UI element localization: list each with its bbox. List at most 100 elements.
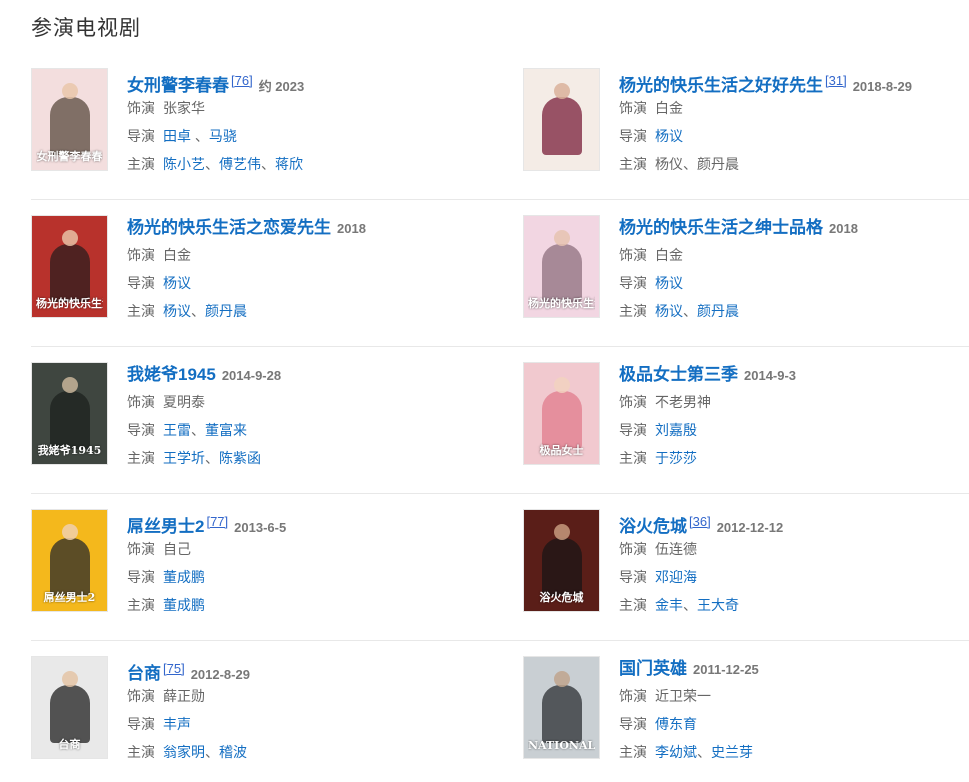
director-link[interactable]: 杨议 (655, 275, 683, 291)
name-separator: 、 (205, 450, 219, 466)
poster-figure (542, 538, 582, 596)
role-name: 伍连德 (655, 541, 697, 557)
reference-link[interactable]: [76] (231, 73, 253, 88)
role-label: 饰演 (619, 100, 647, 116)
role-name: 白金 (163, 247, 191, 263)
director-label: 导演 (619, 422, 647, 438)
cast-member-link[interactable]: 颜丹晨 (697, 303, 739, 319)
name-separator: 、 (683, 597, 697, 613)
cast-label: 主演 (127, 156, 155, 172)
cast-member-link[interactable]: 傅艺伟 (219, 156, 261, 172)
poster-caption: 极品女士 (539, 444, 584, 457)
name-separator: 、 (683, 303, 697, 319)
cast-label: 主演 (619, 597, 647, 613)
reference-link[interactable]: [36] (689, 514, 711, 529)
poster-image[interactable]: 极品女士 (523, 362, 600, 465)
tv-series-item: 屌丝男士2 屌丝男士2 [77] 2013-6-5 饰演 自己 导演 董成鹏 主演 董成鹏 (31, 509, 477, 624)
reference-link[interactable]: [75] (163, 661, 185, 676)
director-link[interactable]: 田卓 (163, 128, 191, 144)
series-info: 国门英雄 2011-12-25 饰演 近卫荣一 导演 傅东育 主演 李幼斌、史兰芽 (619, 656, 969, 766)
cast-member-link[interactable]: 颜丹晨 (205, 303, 247, 319)
cast-member-link[interactable]: 稽波 (219, 744, 247, 760)
series-title-link[interactable]: 极品女士第三季 (619, 365, 738, 384)
role-row: 饰演 夏明泰 (127, 388, 477, 416)
cast-member-link[interactable]: 李幼斌 (655, 744, 697, 760)
cast-member-link[interactable]: 翁家明 (163, 744, 205, 760)
director-row: 导演 杨议 (127, 269, 477, 297)
cast-member-link[interactable]: 董成鹏 (163, 597, 205, 613)
cast-member-link[interactable]: 陈小艺 (163, 156, 205, 172)
cast-member-link[interactable]: 王学圻 (163, 450, 205, 466)
release-date: 2014-9-28 (221, 368, 282, 383)
poster-image[interactable]: 杨光的快乐生活 (523, 215, 600, 318)
series-info: 杨光的快乐生活之好好先生 [31] 2018-8-29 饰演 白金 导演 杨议 主演 杨仪、颜丹… (619, 68, 969, 178)
poster-figure (50, 97, 90, 155)
series-info: 台商 [75] 2012-8-29 饰演 薛正勋 导演 丰声 主演 翁家明、稽波 (127, 656, 477, 766)
release-date: 约 2023 (258, 79, 305, 94)
director-link[interactable]: 董富来 (205, 422, 247, 438)
director-link[interactable]: 丰声 (163, 716, 191, 732)
series-title-link[interactable]: 浴火危城 (619, 517, 687, 536)
cast-member-link[interactable]: 陈紫函 (219, 450, 261, 466)
cast-member-link[interactable]: 于莎莎 (655, 450, 697, 466)
cast-member-link[interactable]: 杨议 (655, 303, 683, 319)
series-title-link[interactable]: 杨光的快乐生活之恋爱先生 (127, 218, 331, 237)
series-title-link[interactable]: 台商 (127, 664, 161, 683)
poster-image[interactable]: 女刑警李春春 (31, 68, 108, 171)
poster-image[interactable]: 浴火危城 (523, 509, 600, 612)
poster-image[interactable]: NATIONAL HEROES (523, 656, 600, 759)
series-title-link[interactable]: 我姥爷1945 (127, 365, 216, 384)
director-link[interactable]: 刘嘉殷 (655, 422, 697, 438)
director-label: 导演 (619, 128, 647, 144)
series-title-link[interactable]: 国门英雄 (619, 659, 687, 678)
series-title-link[interactable]: 杨光的快乐生活之绅士品格 (619, 218, 823, 237)
poster-caption: 浴火危城 (539, 591, 584, 604)
series-info: 屌丝男士2 [77] 2013-6-5 饰演 自己 导演 董成鹏 主演 董成鹏 (127, 509, 477, 619)
role-row: 饰演 薛正勋 (127, 682, 477, 710)
row-divider (31, 493, 969, 494)
release-date: 2018 (337, 221, 366, 236)
series-title-link[interactable]: 屌丝男士2 (127, 517, 204, 536)
director-label: 导演 (619, 569, 647, 585)
reference-link[interactable]: [77] (206, 514, 228, 529)
director-link[interactable]: 董成鹏 (163, 569, 205, 585)
poster-image[interactable] (523, 68, 600, 171)
director-link[interactable]: 杨议 (163, 275, 191, 291)
poster-figure-head (62, 83, 78, 99)
poster-figure (542, 685, 582, 743)
role-label: 饰演 (127, 541, 155, 557)
poster-figure-head (554, 83, 570, 99)
poster-caption: 我姥爷1945 (37, 444, 102, 457)
director-link[interactable]: 马骁 (209, 128, 237, 144)
director-link[interactable]: 傅东育 (655, 716, 697, 732)
cast-member-link[interactable]: 杨议 (163, 303, 191, 319)
director-link[interactable]: 邓迎海 (655, 569, 697, 585)
cast-member-link[interactable]: 金丰 (655, 597, 683, 613)
series-title-link[interactable]: 杨光的快乐生活之好好先生 (619, 76, 823, 95)
cast-row: 主演 翁家明、稽波 (127, 738, 477, 766)
cast-member-link[interactable]: 史兰芽 (711, 744, 753, 760)
poster-image[interactable]: 我姥爷1945 (31, 362, 108, 465)
cast-row: 主演 陈小艺、傅艺伟、蒋欣 (127, 150, 477, 178)
poster-image[interactable]: 台商 (31, 656, 108, 759)
director-link[interactable]: 王雷 (163, 422, 191, 438)
release-date: 2018 (829, 221, 858, 236)
reference-link[interactable]: [31] (825, 73, 847, 88)
director-label: 导演 (127, 422, 155, 438)
poster-image[interactable]: 屌丝男士2 (31, 509, 108, 612)
director-row: 导演 杨议 (619, 269, 969, 297)
name-separator: 、 (191, 128, 209, 144)
role-name: 薛正勋 (163, 688, 205, 704)
series-title-link[interactable]: 女刑警李春春 (127, 76, 229, 95)
poster-figure-head (554, 524, 570, 540)
director-link[interactable]: 杨议 (655, 128, 683, 144)
director-row: 导演 刘嘉殷 (619, 416, 969, 444)
cast-member-link[interactable]: 王大奇 (697, 597, 739, 613)
cast-label: 主演 (619, 303, 647, 319)
poster-figure (542, 97, 582, 155)
title-line: 杨光的快乐生活之绅士品格 2018 (619, 215, 969, 241)
cast-member-link[interactable]: 蒋欣 (275, 156, 303, 172)
poster-image[interactable]: 杨光的快乐生活 (31, 215, 108, 318)
title-line: 女刑警李春春 [76] 约 2023 (127, 68, 477, 95)
role-row: 饰演 白金 (127, 241, 477, 269)
